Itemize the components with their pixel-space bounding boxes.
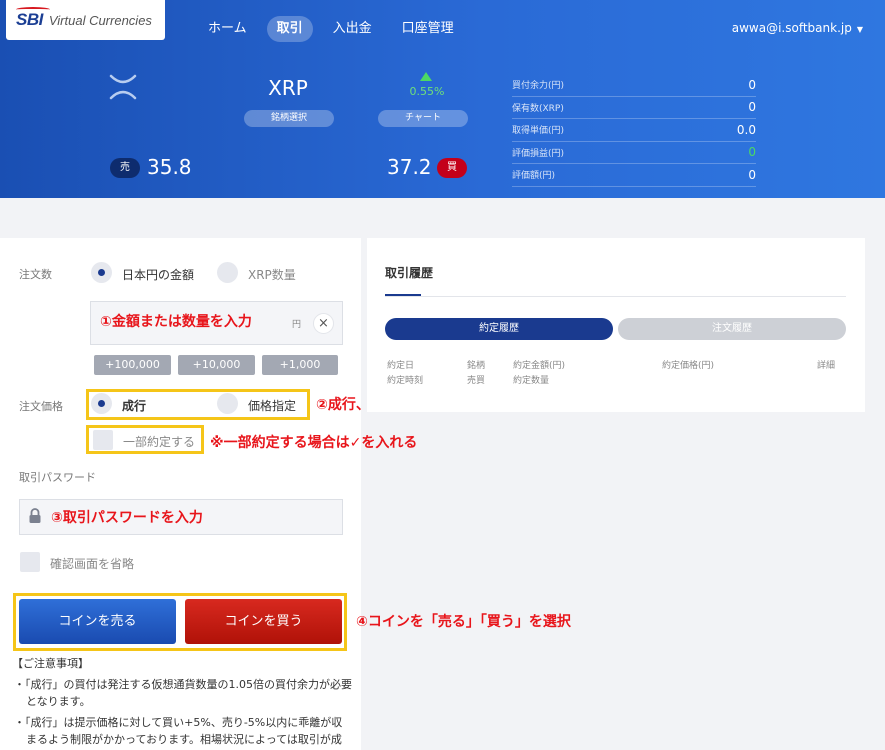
annotation-password: ③取引パスワードを入力 <box>51 510 203 526</box>
stat-label: 保有数(XRP) <box>512 103 564 114</box>
stat-value: 0.0 <box>736 122 756 137</box>
account-menu[interactable]: awwa@i.softbank.jp ▼ <box>732 21 863 35</box>
history-title: 取引履歴 <box>385 266 434 280</box>
stat-label: 買付余力(円) <box>512 81 565 92</box>
brand-select-button[interactable]: 銘柄選択 <box>244 110 334 127</box>
stat-row: 評価額(円) 0 <box>512 164 756 187</box>
column-label: 約定価格(円) <box>662 361 715 371</box>
main-nav: ホーム 取引 入出金 口座管理 <box>198 16 464 42</box>
sell-price: 35.8 <box>147 155 192 179</box>
tab-executed-history[interactable]: 約定履歴 <box>385 318 613 340</box>
column-label: 約定日 <box>387 361 415 371</box>
nav-trade[interactable]: 取引 <box>266 16 313 42</box>
nav-home[interactable]: ホーム <box>198 16 257 42</box>
column-header-price: 約定価格(円) <box>662 359 714 374</box>
column-label: 約定時刻 <box>387 376 424 386</box>
column-label: 銘柄 <box>467 361 486 371</box>
chart-button[interactable]: チャート <box>378 110 468 127</box>
stat-label: 評価額(円) <box>512 171 556 182</box>
header: SBI Virtual Currencies ホーム 取引 入出金 口座管理 a… <box>0 0 885 198</box>
price-change: 0.55% <box>409 85 445 98</box>
skip-confirm-checkbox[interactable] <box>20 552 40 572</box>
column-label: 約定数量 <box>513 376 550 386</box>
note-item: ・「成行」は提示価格に対して買い+5%、売り-5%以内に乖離が収まるよう制限がか… <box>14 716 343 746</box>
history-title-underline <box>385 294 421 296</box>
radio-yen-label: 日本円の金額 <box>122 268 195 282</box>
highlight-partial-fill <box>86 425 204 454</box>
buy-price: 37.2 <box>387 155 432 179</box>
skip-confirm-label: 確認画面を省略 <box>50 557 135 571</box>
buy-badge: 買 <box>437 158 467 178</box>
xrp-icon <box>109 74 137 100</box>
annotation-amount: ①金額または数量を入力 <box>100 314 252 330</box>
stat-value: 0 <box>748 100 756 115</box>
radio-xrp-label: XRP数量 <box>248 268 296 282</box>
price-label: 注文価格 <box>19 400 63 413</box>
arrow-up-icon <box>420 72 432 81</box>
logo[interactable]: SBI Virtual Currencies <box>6 0 165 40</box>
stat-value: 0 <box>748 77 756 92</box>
logo-mark: SBI <box>16 7 50 29</box>
stat-row: 取得単価(円) 0.0 <box>512 119 756 142</box>
tab-order-history[interactable]: 注文履歴 <box>618 318 846 340</box>
caret-down-icon: ▼ <box>856 25 863 34</box>
unit-label: 円 <box>292 320 302 330</box>
radio-yen-amount[interactable] <box>91 262 112 283</box>
column-label: 詳細 <box>817 361 836 371</box>
nav-deposit-withdraw[interactable]: 入出金 <box>323 16 382 42</box>
account-email: awwa@i.softbank.jp <box>731 21 852 35</box>
stat-row: 買付余力(円) 0 <box>512 74 756 97</box>
annotation-partial-fill: ※一部約定する場合は✓を入れる <box>210 435 418 451</box>
annotation-trade: ④コインを「売る」「買う」を選択 <box>356 614 571 630</box>
add-10000-button[interactable]: +10,000 <box>178 355 255 375</box>
column-header-brand: 銘柄 売買 <box>467 359 485 389</box>
logo-text: Virtual Currencies <box>48 12 152 28</box>
add-100000-button[interactable]: +100,000 <box>94 355 171 375</box>
column-label: 売買 <box>467 376 486 386</box>
sell-badge: 売 <box>110 158 140 178</box>
nav-account[interactable]: 口座管理 <box>392 16 464 42</box>
stat-row: 評価損益(円) 0 <box>512 142 756 164</box>
stat-value: 0 <box>748 145 756 160</box>
column-header-date: 約定日 約定時刻 <box>387 359 423 389</box>
notes: 【ご注意事項】 ・「成行」の買付は発注する仮想通貨数量の1.05倍の買付余力が必… <box>12 655 352 750</box>
account-stats: 買付余力(円) 0 保有数(XRP) 0 取得単価(円) 0.0 評価損益(円)… <box>512 74 756 187</box>
add-1000-button[interactable]: +1,000 <box>262 355 338 375</box>
highlight-order-type <box>86 389 310 420</box>
stat-label: 取得単価(円) <box>512 126 565 137</box>
history-divider <box>385 296 846 297</box>
radio-xrp-quantity[interactable] <box>217 262 238 283</box>
notes-title: 【ご注意事項】 <box>12 657 89 670</box>
column-header-detail: 詳細 <box>817 359 835 374</box>
stat-value: 0 <box>748 167 756 182</box>
clear-icon[interactable]: × <box>313 313 334 334</box>
password-label: 取引パスワード <box>19 471 96 484</box>
coin-name: XRP <box>268 76 308 100</box>
lock-icon <box>29 508 41 523</box>
column-header-amount: 約定金額(円) 約定数量 <box>513 359 565 389</box>
stat-label: 評価損益(円) <box>512 148 565 159</box>
highlight-trade-buttons <box>13 593 347 651</box>
quantity-label: 注文数 <box>19 268 52 281</box>
note-item: ・「成行」の買付は発注する仮想通貨数量の1.05倍の買付余力が必要となります。 <box>14 678 352 708</box>
column-label: 約定金額(円) <box>513 361 566 371</box>
stat-row: 保有数(XRP) 0 <box>512 97 756 119</box>
